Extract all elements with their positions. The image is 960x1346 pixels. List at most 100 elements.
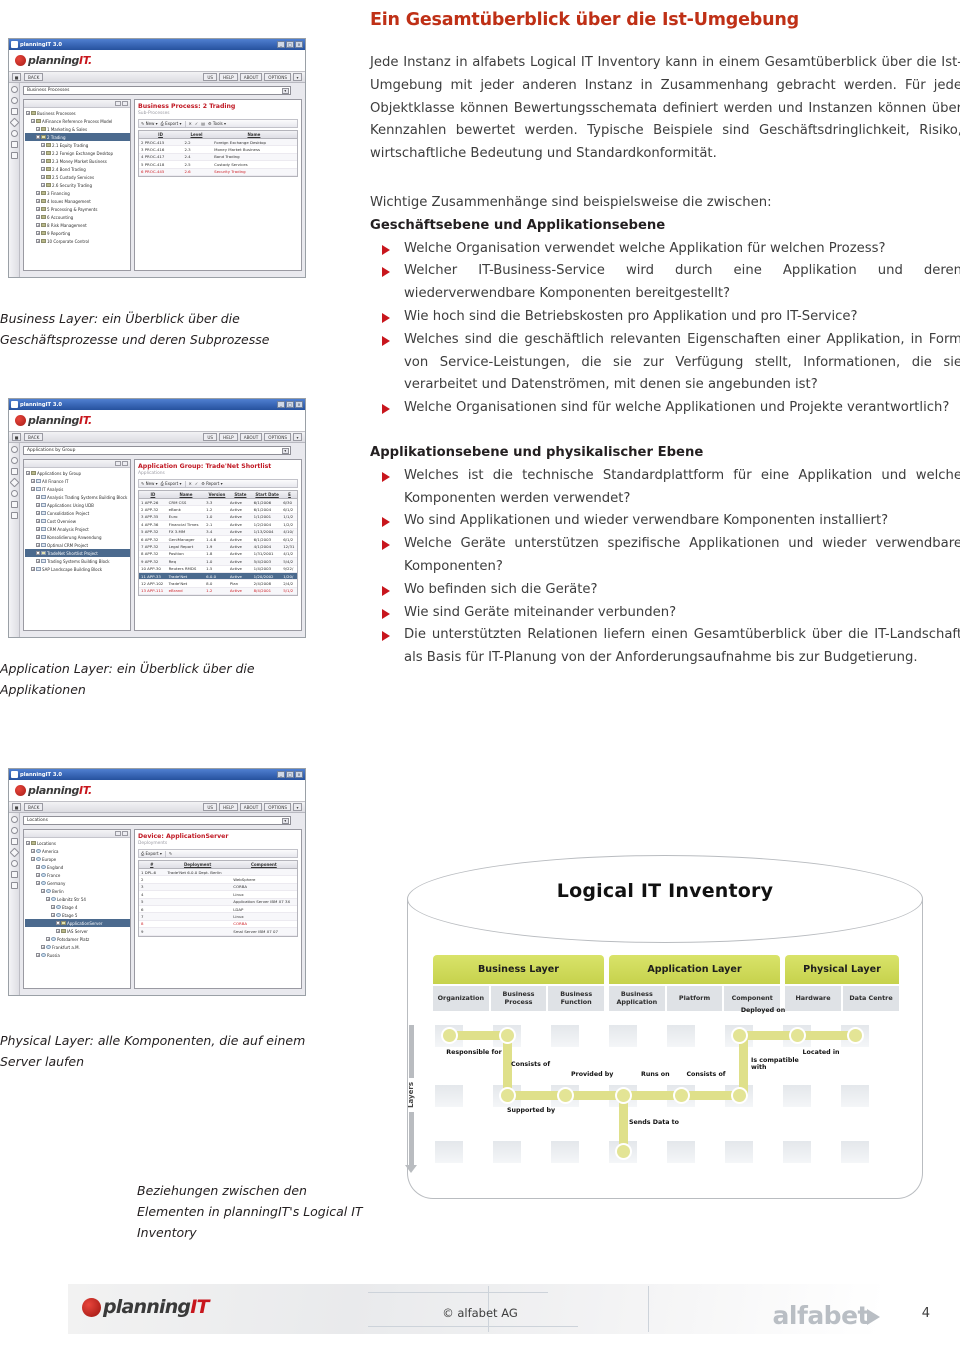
table-row[interactable]: 10 APP-30 Reuters RMDS 1.5 Active 1/4/2003 9/…	[139, 566, 297, 573]
expand-toggle-icon[interactable]: +	[36, 865, 40, 869]
table-row[interactable]: 3 PROC-416 2.3 Money Market Business	[139, 146, 297, 154]
delete-icon[interactable]: ✕	[189, 121, 192, 126]
document-icon[interactable]	[10, 108, 18, 115]
tree-node[interactable]: - ApplicationServer	[25, 919, 130, 927]
expand-toggle-icon[interactable]: +	[36, 559, 40, 563]
tree-node[interactable]: + Optimal CRM Project	[25, 541, 130, 549]
back-button[interactable]: BACK	[24, 803, 44, 811]
tree-node[interactable]: + Germany	[25, 879, 130, 887]
collapse-icon[interactable]	[115, 101, 121, 106]
window-controls[interactable]: _ □ ×	[277, 771, 303, 778]
expand-toggle-icon[interactable]: +	[31, 487, 35, 491]
expand-toggle-icon[interactable]: +	[36, 527, 40, 531]
tree-node[interactable]: +1 Marketing & Sales	[25, 125, 130, 133]
grid-icon[interactable]	[10, 512, 18, 519]
tree-node[interactable]: + IAS Server	[25, 927, 130, 935]
tree-body[interactable]: + Locations + America + Europe + England + France…	[24, 838, 130, 988]
expand-toggle-icon[interactable]: +	[36, 199, 40, 203]
expand-toggle-icon[interactable]: +	[36, 503, 40, 507]
grid-icon[interactable]	[10, 882, 18, 889]
expand-toggle-icon[interactable]: +	[36, 495, 40, 499]
expand-toggle-icon[interactable]: +	[41, 945, 45, 949]
context-selector[interactable]: Applications by Group ▾	[23, 446, 291, 455]
expand-toggle-icon[interactable]: +	[26, 471, 30, 475]
expand-toggle-icon[interactable]: +	[41, 151, 45, 155]
more-icon[interactable]: ▾	[293, 803, 302, 811]
table-row[interactable]: 4 PROC-417 2.4 Bond Trading	[139, 153, 297, 162]
column-header-startdate[interactable]: Start Date	[252, 492, 282, 497]
tree-node[interactable]: +2.4 Bond Trading	[25, 165, 130, 173]
close-icon[interactable]: ×	[295, 771, 303, 778]
expand-toggle-icon[interactable]: +	[36, 873, 40, 877]
tree-node[interactable]: +2.1 Equity Trading	[25, 141, 130, 149]
expand-toggle-icon[interactable]: +	[31, 857, 35, 861]
more-icon[interactable]: ▾	[293, 73, 302, 81]
table-row[interactable]: 5 Application Server IBM X7 3X	[139, 898, 297, 906]
table-row[interactable]: 7 Linux	[139, 913, 297, 921]
more-icon[interactable]: ▾	[293, 433, 302, 441]
window-controls[interactable]: _ □ ×	[277, 41, 303, 48]
tree-node[interactable]: + Consolidation Project	[25, 509, 130, 517]
expand-toggle-icon[interactable]: +	[36, 127, 40, 131]
tree-node[interactable]: + SAP Landscape Building Block	[25, 565, 130, 573]
collapse-icon[interactable]	[115, 831, 121, 836]
report-button[interactable]: ⚙ Report ▾	[201, 481, 222, 486]
table-row[interactable]: 6 LDAP	[139, 906, 297, 914]
tree-node[interactable]: - 2 Trading	[25, 133, 130, 141]
column-header-version[interactable]: Version	[205, 492, 228, 497]
about-button[interactable]: ABOUT	[239, 73, 263, 81]
export-button[interactable]: ⎙ Export ▾	[141, 851, 162, 856]
home-icon[interactable]: ■	[12, 803, 21, 811]
column-header-index[interactable]: #	[139, 862, 164, 867]
column-header-end[interactable]: E	[282, 492, 297, 497]
tree-node[interactable]: + Applications by Group	[25, 469, 130, 477]
column-header-component[interactable]: Component	[231, 862, 297, 867]
table-row[interactable]: 3 APP-35 Euro 1.0 Active 1/1/2001 1/1/2	[139, 513, 297, 522]
tree-node[interactable]: +6 Accounting	[25, 213, 130, 221]
tree-node[interactable]: + Russia	[25, 951, 130, 959]
tree-node[interactable]: - TradeNet Shortlist Project	[25, 549, 130, 557]
detail-grid[interactable]: ID Name Version State Start Date E 1 APP…	[138, 490, 298, 597]
chevron-down-icon[interactable]: ▾	[281, 88, 289, 94]
column-header-state[interactable]: State	[229, 492, 252, 497]
diamond-icon[interactable]	[9, 477, 19, 488]
lock-icon[interactable]	[10, 141, 18, 148]
tree-node[interactable]: + CRM Analysis Project	[25, 525, 130, 533]
table-row[interactable]: 4 Linux	[139, 891, 297, 899]
minimize-icon[interactable]: _	[277, 771, 285, 778]
collapse-toggle-icon[interactable]: -	[36, 135, 40, 139]
column-header-name[interactable]: Name	[211, 132, 297, 137]
table-row[interactable]: 5 PROC-418 2.5 Custody Services	[139, 161, 297, 169]
expand-toggle-icon[interactable]: +	[41, 183, 45, 187]
table-row[interactable]: 2 PROC-415 2.2 Foreign Exchange Desktop	[139, 139, 297, 147]
expand-toggle-icon[interactable]: +	[36, 223, 40, 227]
expand-toggle-icon[interactable]: +	[56, 929, 60, 933]
table-row[interactable]: 6 PROC-445 2.6 Security Trading	[139, 168, 297, 176]
edit-icon[interactable]: ✓	[195, 481, 198, 486]
table-row[interactable]: 9 APP-32 Req 1.0 Active 5/4/2003 5/4/2	[139, 558, 297, 566]
options-button[interactable]: OPTIONS	[264, 73, 291, 81]
expand-toggle-icon[interactable]: +	[31, 567, 35, 571]
edit-icon[interactable]: ✓	[195, 121, 198, 126]
table-row[interactable]: 4 APP-36 Financial Times 2.1 Active 1/2/2004…	[139, 521, 297, 529]
grid-icon[interactable]	[10, 152, 18, 159]
table-row[interactable]: 8 CORBA	[139, 921, 297, 929]
expand-toggle-icon[interactable]: +	[41, 175, 45, 179]
tree-node[interactable]: + Applications Using UDB	[25, 501, 130, 509]
table-row[interactable]: 6 APP-32 GeniManager 1.4.6 Active 6/1/2003 6/…	[139, 536, 297, 544]
expand-toggle-icon[interactable]: +	[36, 511, 40, 515]
tree-node[interactable]: + Berlin	[25, 887, 130, 895]
tree-node[interactable]: +2.5 Custody Services	[25, 173, 130, 181]
tree-node[interactable]: + England	[25, 863, 130, 871]
tree-node[interactable]: +2.3 Money Market Business	[25, 157, 130, 165]
collapse-toggle-icon[interactable]: -	[36, 551, 40, 555]
minimize-icon[interactable]: _	[277, 41, 285, 48]
globe-icon[interactable]	[10, 490, 18, 497]
context-selector[interactable]: Business Processes ▾	[23, 86, 291, 95]
circle-icon[interactable]	[10, 86, 18, 93]
tree-node[interactable]: + Trading Systems Building Block	[25, 557, 130, 565]
table-row[interactable]: 11 APP-33 Trade'Net 6.0.0 Active 1/20/2002 1/…	[139, 572, 297, 581]
table-row[interactable]: 8 APP-32 Position 1.8 Active 1/31/2001 4/1/2	[139, 551, 297, 559]
tools-button[interactable]: ⚙ Tools ▾	[208, 121, 226, 126]
column-header-name[interactable]: Name	[167, 492, 205, 497]
